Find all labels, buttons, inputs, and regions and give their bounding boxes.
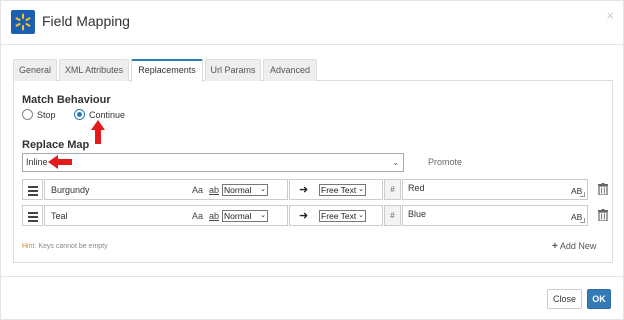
chevron-down-icon: ⌄ bbox=[260, 186, 266, 193]
replace-map-title: Replace Map bbox=[22, 139, 90, 151]
hint-text: Hint: Keys cannot be empty bbox=[22, 243, 108, 250]
replace-type-select[interactable]: Free Text ⌄ bbox=[319, 210, 366, 222]
replacements-panel: Match Behaviour Stop Continue Replace Ma… bbox=[13, 81, 613, 263]
match-case-toggle[interactable]: Aa bbox=[192, 211, 203, 221]
tab-bar: General XML Attributes Replacements Url … bbox=[13, 59, 613, 82]
replace-map-mode-value: Inline bbox=[26, 157, 48, 167]
dialog-title: Field Mapping bbox=[42, 13, 130, 29]
hint-label: Hint: bbox=[22, 243, 37, 250]
add-new-label: Add New bbox=[559, 241, 597, 251]
field-mapping-dialog: Field Mapping × General XML Attributes R… bbox=[0, 0, 624, 320]
match-case-toggle[interactable]: Aa bbox=[192, 185, 203, 195]
match-mode-select[interactable]: Normal ⌄ bbox=[222, 210, 268, 222]
resize-grip-icon[interactable] bbox=[580, 192, 585, 197]
replace-type-select[interactable]: Free Text ⌄ bbox=[319, 184, 366, 196]
tab-advanced[interactable]: Advanced bbox=[263, 59, 317, 81]
chevron-down-icon: ⌄ bbox=[260, 212, 266, 219]
radio-stop[interactable] bbox=[22, 109, 33, 120]
tab-xml-attributes[interactable]: XML Attributes bbox=[59, 59, 129, 81]
tab-replacements[interactable]: Replacements bbox=[131, 59, 203, 82]
drag-handle-icon[interactable] bbox=[22, 205, 43, 226]
trash-icon[interactable] bbox=[598, 183, 608, 195]
replace-type-cell: ➜ Free Text ⌄ bbox=[289, 205, 383, 226]
close-icon[interactable]: × bbox=[606, 8, 614, 23]
hash-addon: # bbox=[384, 179, 401, 200]
replace-map-row: Burgundy Aa ab Normal ⌄ ➜ Free Text ⌄ # … bbox=[22, 179, 608, 200]
tab-general[interactable]: General bbox=[13, 59, 57, 81]
radio-continue-label: Continue bbox=[89, 110, 126, 120]
right-arrow-icon: ➜ bbox=[299, 184, 309, 196]
key-value: Burgundy bbox=[51, 185, 90, 195]
replace-map-mode-select[interactable]: Inline ⌄ bbox=[22, 153, 404, 172]
replace-map-row: Teal Aa ab Normal ⌄ ➜ Free Text ⌄ # Blue… bbox=[22, 205, 608, 226]
match-mode-value: Normal bbox=[224, 185, 252, 195]
drag-handle-icon[interactable] bbox=[22, 179, 43, 200]
match-mode-value: Normal bbox=[224, 211, 252, 221]
ok-button[interactable]: OK bbox=[587, 289, 611, 309]
plus-icon: + bbox=[552, 241, 558, 252]
replace-type-value: Free Text bbox=[321, 211, 357, 221]
red-annotation-arrow-icon bbox=[91, 120, 105, 144]
whole-word-toggle[interactable]: ab bbox=[209, 185, 219, 195]
hash-addon: # bbox=[384, 205, 401, 226]
radio-stop-label: Stop bbox=[37, 110, 56, 120]
trash-icon[interactable] bbox=[598, 209, 608, 221]
key-field[interactable]: Burgundy Aa ab Normal ⌄ bbox=[44, 179, 288, 200]
chevron-down-icon: ⌄ bbox=[358, 186, 364, 193]
value-field[interactable]: Red AB bbox=[402, 179, 588, 200]
hint-message: Keys cannot be empty bbox=[38, 243, 108, 250]
whole-word-toggle[interactable]: ab bbox=[209, 211, 219, 221]
dialog-header: Field Mapping × bbox=[1, 1, 623, 45]
right-arrow-icon: ➜ bbox=[299, 210, 309, 222]
replace-type-cell: ➜ Free Text ⌄ bbox=[289, 179, 383, 200]
match-behaviour-title: Match Behaviour bbox=[22, 94, 111, 106]
match-mode-select[interactable]: Normal ⌄ bbox=[222, 184, 268, 196]
chevron-down-icon: ⌄ bbox=[392, 158, 399, 167]
footer-divider bbox=[1, 276, 623, 277]
close-button[interactable]: Close bbox=[547, 289, 582, 309]
chevron-down-icon: ⌄ bbox=[358, 212, 364, 219]
promote-label[interactable]: Promote bbox=[428, 157, 462, 167]
radio-continue[interactable] bbox=[74, 109, 85, 120]
value-text: Blue bbox=[408, 209, 427, 219]
tab-url-params[interactable]: Url Params bbox=[205, 59, 261, 81]
key-value: Teal bbox=[51, 211, 68, 221]
value-field[interactable]: Blue AB bbox=[402, 205, 588, 226]
replace-type-value: Free Text bbox=[321, 185, 357, 195]
walmart-spark-icon bbox=[11, 10, 35, 34]
red-annotation-arrow-icon bbox=[48, 155, 72, 169]
value-text: Red bbox=[408, 183, 425, 193]
add-new-button[interactable]: + Add New bbox=[552, 241, 596, 252]
resize-grip-icon[interactable] bbox=[580, 218, 585, 223]
key-field[interactable]: Teal Aa ab Normal ⌄ bbox=[44, 205, 288, 226]
